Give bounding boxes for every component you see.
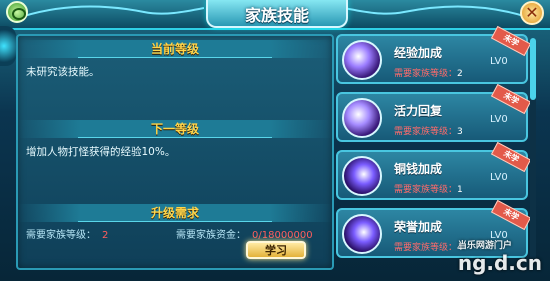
skill-requirement: 需要家族等级：3: [394, 124, 463, 137]
skill-requirement-label: 需要家族等级：: [394, 243, 458, 253]
skill-item-vitality-recovery[interactable]: 活力回复 需要家族等级：3 LV0 未学: [336, 83, 532, 142]
dash-skill-icon: [342, 156, 382, 196]
back-icon[interactable]: [6, 1, 28, 23]
unlearned-badge: 未学: [490, 199, 532, 231]
dash-skill-icon: [342, 214, 382, 254]
required-family-level-value: 2: [102, 230, 109, 241]
watermark-sub: 当乐网游门户: [457, 241, 512, 251]
current-level-header: 当前等级: [18, 40, 332, 58]
skill-name: 活力回复: [394, 104, 443, 118]
skill-requirement-label: 需要家族等级：: [394, 69, 458, 79]
skill-name: 经验加成: [394, 46, 443, 60]
watermark-main: ng.d.cn: [457, 251, 542, 275]
next-level-text: 增加人物打怪获得的经验10%。: [26, 146, 176, 158]
skill-requirement: 需要家族等级：1: [394, 182, 463, 195]
skill-detail-panel: 当前等级 未研究该技能。 下一等级 增加人物打怪获得的经验10%。 升级需求 需…: [16, 34, 334, 270]
skill-name: 铜钱加成: [394, 162, 443, 176]
orb-skill-icon: [342, 98, 382, 138]
skill-item-experience-bonus[interactable]: 经验加成 需要家族等级：2 LV0 未学: [336, 25, 532, 84]
required-family-funds-value: 0/18000000: [252, 230, 313, 241]
divider: [78, 137, 272, 138]
page-title: 家族技能: [244, 6, 309, 25]
skill-requirement-value: 2: [457, 69, 463, 79]
orb-skill-icon: [342, 40, 382, 80]
required-family-level-label: 需要家族等级：: [26, 230, 96, 241]
skill-requirement-label: 需要家族等级：: [394, 185, 458, 195]
skill-level: LV0: [490, 114, 508, 125]
watermark: 当乐网游门户 ng.d.cn: [458, 238, 542, 275]
title-ornament-right-icon: [344, 5, 524, 17]
divider: [78, 57, 272, 58]
title-plate: 家族技能: [206, 0, 348, 28]
required-family-funds-label: 需要家族资金：: [176, 230, 246, 241]
required-family-funds: 需要家族资金： 0/18000000: [176, 226, 313, 241]
current-level-text: 未研究该技能。: [26, 66, 100, 78]
upgrade-requirement-title: 升级需求: [150, 206, 199, 220]
next-level-header: 下一等级: [18, 120, 332, 138]
divider: [78, 221, 272, 222]
skill-requirement-value: 3: [457, 127, 463, 137]
skill-list-scrollbar[interactable]: [530, 38, 536, 262]
skill-item-coin-bonus[interactable]: 铜钱加成 需要家族等级：1 LV0 未学: [336, 141, 532, 200]
learn-button[interactable]: 学习: [246, 241, 306, 259]
close-icon[interactable]: ✕: [520, 1, 544, 25]
skill-level: LV0: [490, 172, 508, 183]
unlearned-badge: 未学: [490, 141, 532, 173]
next-level-title: 下一等级: [150, 122, 199, 136]
skill-level: LV0: [490, 56, 508, 67]
title-bar: 家族技能: [0, 0, 550, 30]
skill-requirement-value: 1: [457, 185, 463, 195]
skill-list: 经验加成 需要家族等级：2 LV0 未学 活力回复 需要家族等级：3 LV0 未…: [336, 25, 532, 266]
unlearned-badge: 未学: [490, 83, 532, 115]
skill-requirement: 需要家族等级：2: [394, 66, 463, 79]
skill-name: 荣誉加成: [394, 220, 443, 234]
skill-requirement: 需要家族等级：4: [394, 240, 463, 253]
skill-requirement-label: 需要家族等级：: [394, 127, 458, 137]
title-ornament-left-icon: [24, 5, 204, 17]
required-family-level: 需要家族等级： 2: [26, 226, 108, 241]
scrollbar-thumb[interactable]: [530, 38, 536, 100]
side-orb-icon: [0, 26, 16, 66]
upgrade-requirement-header: 升级需求: [18, 204, 332, 222]
current-level-title: 当前等级: [150, 42, 199, 56]
